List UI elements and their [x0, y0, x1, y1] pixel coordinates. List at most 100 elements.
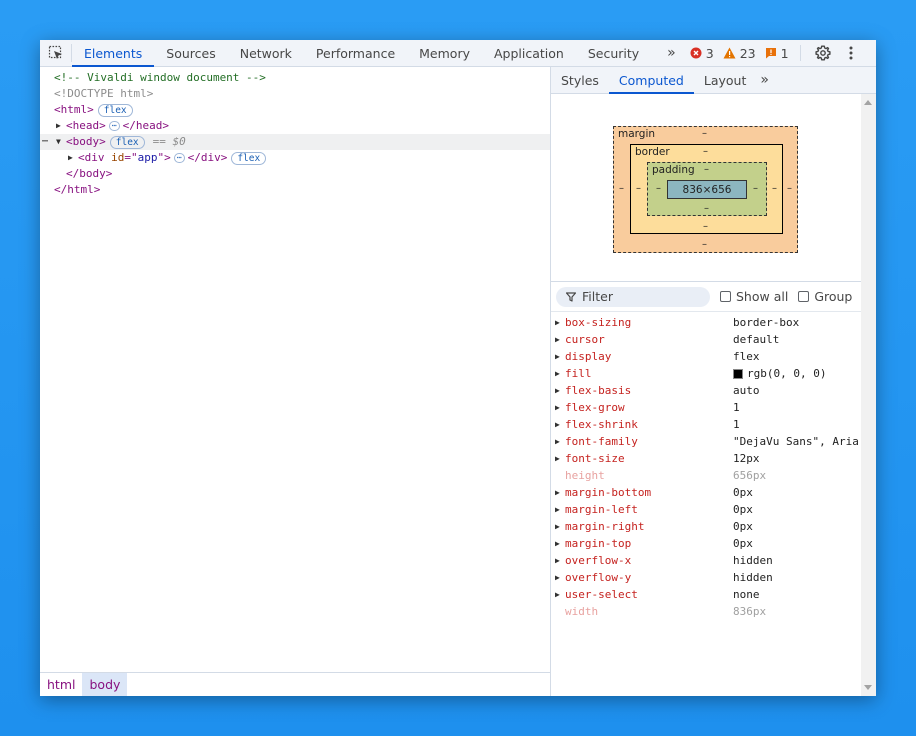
computed-property-row[interactable]: ▶ overflow-x hidden [551, 552, 861, 569]
computed-property-row[interactable]: ▶ box-sizing border-box [551, 314, 861, 331]
scroll-down-arrow-icon[interactable] [864, 685, 872, 690]
collapse-triangle-icon[interactable]: ▼ [56, 134, 66, 150]
attr-name: id [111, 151, 125, 164]
dom-node-head[interactable]: ▶ <head> ⋯ </head> [40, 118, 550, 134]
collapsed-ellipsis-button[interactable]: ⋯ [108, 121, 120, 131]
margin-right-value[interactable]: – [787, 183, 792, 194]
computed-property-row[interactable]: ▶ margin-right 0px [551, 518, 861, 535]
border-right-value[interactable]: – [772, 183, 777, 194]
tab-network[interactable]: Network [228, 40, 304, 66]
tab-security[interactable]: Security [576, 40, 651, 66]
computed-property-row[interactable]: ▶ margin-bottom 0px [551, 484, 861, 501]
expand-triangle-icon[interactable]: ▶ [551, 454, 565, 463]
tab-application[interactable]: Application [482, 40, 576, 66]
expand-triangle-icon[interactable]: ▶ [551, 437, 565, 446]
breadcrumb-item-html[interactable]: html [40, 673, 82, 696]
dom-node-body-close[interactable]: </body> [40, 166, 550, 182]
side-tab-styles[interactable]: Styles [551, 67, 609, 93]
side-tab-computed[interactable]: Computed [608, 67, 694, 94]
tab-sources[interactable]: Sources [154, 40, 227, 66]
side-tab-layout[interactable]: Layout [694, 67, 757, 93]
dom-node-doctype[interactable]: <!DOCTYPE html> [40, 86, 550, 102]
collapsed-ellipsis-button[interactable]: ⋯ [173, 153, 185, 163]
expand-triangle-icon[interactable]: ▶ [551, 369, 565, 378]
flex-badge[interactable]: flex [97, 103, 133, 117]
property-name: width [565, 605, 599, 618]
box-model-border[interactable]: border – – – – padding – – – – 836×656 [630, 144, 783, 234]
inspect-element-button[interactable] [40, 44, 72, 62]
more-tabs-button[interactable]: » [651, 40, 690, 66]
border-bottom-value[interactable]: – [703, 221, 708, 232]
computed-property-row[interactable]: ▶ margin-top 0px [551, 535, 861, 552]
vertical-scrollbar[interactable] [861, 94, 876, 696]
scroll-up-arrow-icon[interactable] [864, 100, 872, 105]
warning-counter[interactable]: 23 [723, 46, 756, 61]
dom-node-body[interactable]: ⋯ ▼ <body> flex == $0 [40, 134, 550, 150]
computed-property-row[interactable]: ▶ display flex [551, 348, 861, 365]
flex-badge[interactable]: flex [109, 135, 145, 149]
expand-triangle-icon[interactable]: ▶ [56, 118, 66, 134]
expand-triangle-icon[interactable]: ▶ [551, 352, 565, 361]
row-actions-icon[interactable]: ⋯ [42, 134, 48, 150]
computed-property-row[interactable]: height 656px [551, 467, 861, 484]
tab-performance[interactable]: Performance [304, 40, 407, 66]
expand-triangle-icon[interactable]: ▶ [551, 488, 565, 497]
more-options-button[interactable] [837, 40, 865, 66]
padding-bottom-value[interactable]: – [704, 203, 709, 214]
computed-property-row[interactable]: width 836px [551, 603, 861, 620]
computed-property-row[interactable]: ▶ fill rgb(0, 0, 0) [551, 365, 861, 382]
tab-memory[interactable]: Memory [407, 40, 482, 66]
expand-triangle-icon[interactable]: ▶ [551, 318, 565, 327]
padding-right-value[interactable]: – [753, 183, 758, 194]
breadcrumb-item-body[interactable]: body [82, 673, 128, 696]
computed-property-row[interactable]: ▶ flex-shrink 1 [551, 416, 861, 433]
dom-node-comment[interactable]: <!-- Vivaldi window document --> [40, 70, 550, 86]
margin-left-value[interactable]: – [619, 183, 624, 194]
box-model-padding[interactable]: padding – – – – 836×656 [647, 162, 767, 216]
dom-node-html[interactable]: <html> flex [40, 102, 550, 118]
expand-triangle-icon[interactable]: ▶ [551, 505, 565, 514]
settings-button[interactable] [809, 40, 837, 66]
dom-node-html-close[interactable]: </html> [40, 182, 550, 198]
expand-triangle-icon[interactable]: ▶ [551, 590, 565, 599]
more-side-tabs-button[interactable]: » [756, 67, 773, 93]
computed-property-row[interactable]: ▶ overflow-y hidden [551, 569, 861, 586]
padding-left-value[interactable]: – [656, 183, 661, 194]
border-top-value[interactable]: – [703, 146, 708, 157]
margin-bottom-value[interactable]: – [702, 239, 707, 250]
expand-triangle-icon[interactable]: ▶ [551, 522, 565, 531]
property-value-text: none [733, 588, 760, 601]
computed-property-row[interactable]: ▶ flex-basis auto [551, 382, 861, 399]
show-all-checkbox[interactable]: Show all [720, 289, 788, 304]
computed-property-row[interactable]: ▶ margin-left 0px [551, 501, 861, 518]
padding-top-value[interactable]: – [704, 164, 709, 175]
expand-triangle-icon[interactable]: ▶ [551, 539, 565, 548]
flex-badge[interactable]: flex [231, 151, 267, 165]
computed-property-row[interactable]: ▶ flex-grow 1 [551, 399, 861, 416]
error-counter[interactable]: 3 [690, 46, 714, 61]
group-checkbox[interactable]: Group [798, 289, 852, 304]
computed-property-row[interactable]: ▶ user-select none [551, 586, 861, 603]
expand-triangle-icon[interactable]: ▶ [551, 556, 565, 565]
color-swatch[interactable] [733, 368, 743, 379]
box-model-margin[interactable]: margin – – – – border – – – – padding – … [613, 126, 798, 253]
expand-triangle-icon[interactable]: ▶ [551, 335, 565, 344]
expand-triangle-icon[interactable]: ▶ [551, 573, 565, 582]
tab-elements[interactable]: Elements [72, 40, 155, 67]
expand-triangle-icon[interactable]: ▶ [68, 150, 78, 166]
border-left-value[interactable]: – [636, 183, 641, 194]
group-checkbox-box[interactable] [798, 291, 810, 302]
issue-counters[interactable]: 3 23 1 [690, 40, 798, 66]
expand-triangle-icon[interactable]: ▶ [551, 386, 565, 395]
computed-property-row[interactable]: ▶ cursor default [551, 331, 861, 348]
show-all-checkbox-box[interactable] [720, 291, 731, 302]
filter-input[interactable]: Filter [556, 286, 710, 307]
expand-triangle-icon[interactable]: ▶ [551, 403, 565, 412]
computed-property-row[interactable]: ▶ font-family "DejaVu Sans", Aria [551, 433, 861, 450]
expand-triangle-icon[interactable]: ▶ [551, 420, 565, 429]
box-model-content[interactable]: 836×656 [667, 180, 747, 199]
dom-node-div-app[interactable]: ▶ <div id =" app "> ⋯ </div> flex [40, 150, 550, 166]
margin-top-value[interactable]: – [702, 128, 707, 139]
computed-property-row[interactable]: ▶ font-size 12px [551, 450, 861, 467]
issue-counter[interactable]: 1 [765, 46, 789, 61]
